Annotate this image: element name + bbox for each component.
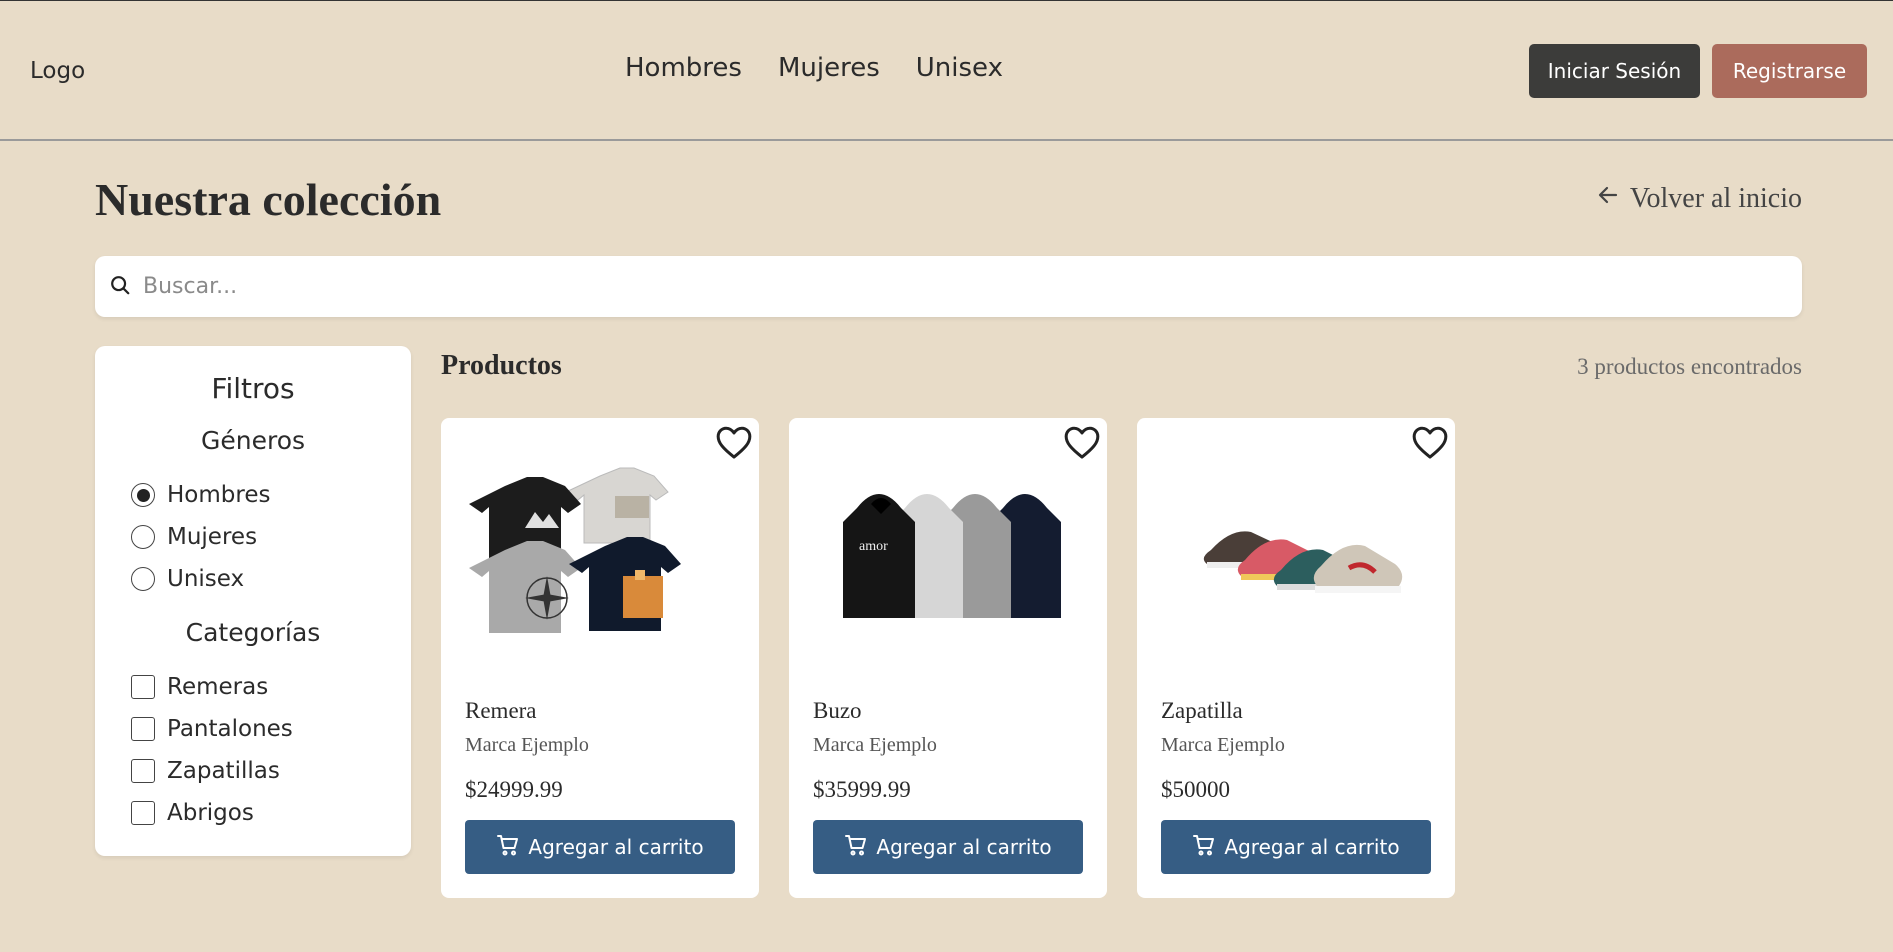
add-to-cart-button[interactable]: Agregar al carrito <box>465 820 735 874</box>
product-card[interactable]: Remera Marca Ejemplo $24999.99 Agregar a… <box>441 418 759 898</box>
main-nav: Hombres Mujeres Unisex <box>625 53 1003 83</box>
category-label: Abrigos <box>167 800 254 826</box>
hoodies-image: amor <box>843 494 1061 618</box>
products-count: 3 productos encontrados <box>1577 354 1802 379</box>
add-to-cart-label: Agregar al carrito <box>1224 835 1400 859</box>
genre-label: Unisex <box>167 566 245 592</box>
sneakers-image <box>1203 531 1403 593</box>
checkbox[interactable] <box>131 717 155 741</box>
tshirts-image <box>469 467 681 633</box>
login-button[interactable]: Iniciar Sesión <box>1529 44 1700 98</box>
search-icon <box>109 274 131 300</box>
category-label: Remeras <box>167 674 269 700</box>
product-brand: Marca Ejemplo <box>465 734 589 756</box>
genre-label: Mujeres <box>167 524 258 550</box>
checkbox[interactable] <box>131 675 155 699</box>
register-button[interactable]: Registrarse <box>1712 44 1867 98</box>
category-option-pantalones[interactable]: Pantalones <box>131 716 293 742</box>
product-card[interactable]: amor Buzo Marca Ejemplo $35999.99 Agrega… <box>789 418 1107 898</box>
product-price: $24999.99 <box>465 777 563 802</box>
search-input[interactable] <box>143 266 1802 307</box>
product-name: Buzo <box>813 698 862 723</box>
genre-option-mujeres[interactable]: Mujeres <box>131 524 257 550</box>
radio-button[interactable] <box>131 567 155 591</box>
search-bar <box>95 256 1802 317</box>
radio-button[interactable] <box>131 525 155 549</box>
add-to-cart-button[interactable]: Agregar al carrito <box>1161 820 1431 874</box>
genre-option-unisex[interactable]: Unisex <box>131 566 244 592</box>
category-option-zapatillas[interactable]: Zapatillas <box>131 758 280 784</box>
products-title: Productos <box>441 350 562 381</box>
filters-title: Filtros <box>211 372 295 405</box>
genre-option-hombres[interactable]: Hombres <box>131 482 270 508</box>
product-name: Zapatilla <box>1161 698 1243 723</box>
cart-icon <box>1192 833 1216 862</box>
product-card[interactable]: Zapatilla Marca Ejemplo $50000 Agregar a… <box>1137 418 1455 898</box>
category-label: Zapatillas <box>167 758 280 784</box>
nav-link-hombres[interactable]: Hombres <box>625 53 742 83</box>
svg-text:amor: amor <box>859 539 888 554</box>
genre-label: Hombres <box>167 482 271 508</box>
add-to-cart-label: Agregar al carrito <box>876 835 1052 859</box>
category-label: Pantalones <box>167 716 293 742</box>
logo[interactable]: Logo <box>30 58 85 84</box>
category-option-remeras[interactable]: Remeras <box>131 674 268 700</box>
filters-panel: Filtros Géneros Hombres Mujeres Unisex C… <box>95 346 411 856</box>
cart-icon <box>844 833 868 862</box>
add-to-cart-label: Agregar al carrito <box>528 835 704 859</box>
cart-icon <box>496 833 520 862</box>
nav-link-mujeres[interactable]: Mujeres <box>778 53 880 83</box>
product-price: $50000 <box>1161 777 1230 802</box>
categories-title: Categorías <box>185 618 321 647</box>
product-brand: Marca Ejemplo <box>813 734 937 756</box>
product-price: $35999.99 <box>813 777 911 802</box>
radio-button[interactable] <box>131 483 155 507</box>
back-to-home-link[interactable]: Volver al inicio <box>1596 183 1802 215</box>
checkbox[interactable] <box>131 759 155 783</box>
back-link-label: Volver al inicio <box>1629 183 1802 214</box>
nav-link-unisex[interactable]: Unisex <box>916 53 1003 83</box>
add-to-cart-button[interactable]: Agregar al carrito <box>813 820 1083 874</box>
page-title: Nuestra colección <box>95 174 442 225</box>
checkbox[interactable] <box>131 801 155 825</box>
genres-title: Géneros <box>200 426 306 455</box>
site-header: Logo Hombres Mujeres Unisex Iniciar Sesi… <box>0 1 1893 141</box>
product-name: Remera <box>465 698 537 723</box>
category-option-abrigos[interactable]: Abrigos <box>131 800 254 826</box>
product-brand: Marca Ejemplo <box>1161 734 1285 756</box>
arrow-left-icon <box>1596 183 1620 215</box>
